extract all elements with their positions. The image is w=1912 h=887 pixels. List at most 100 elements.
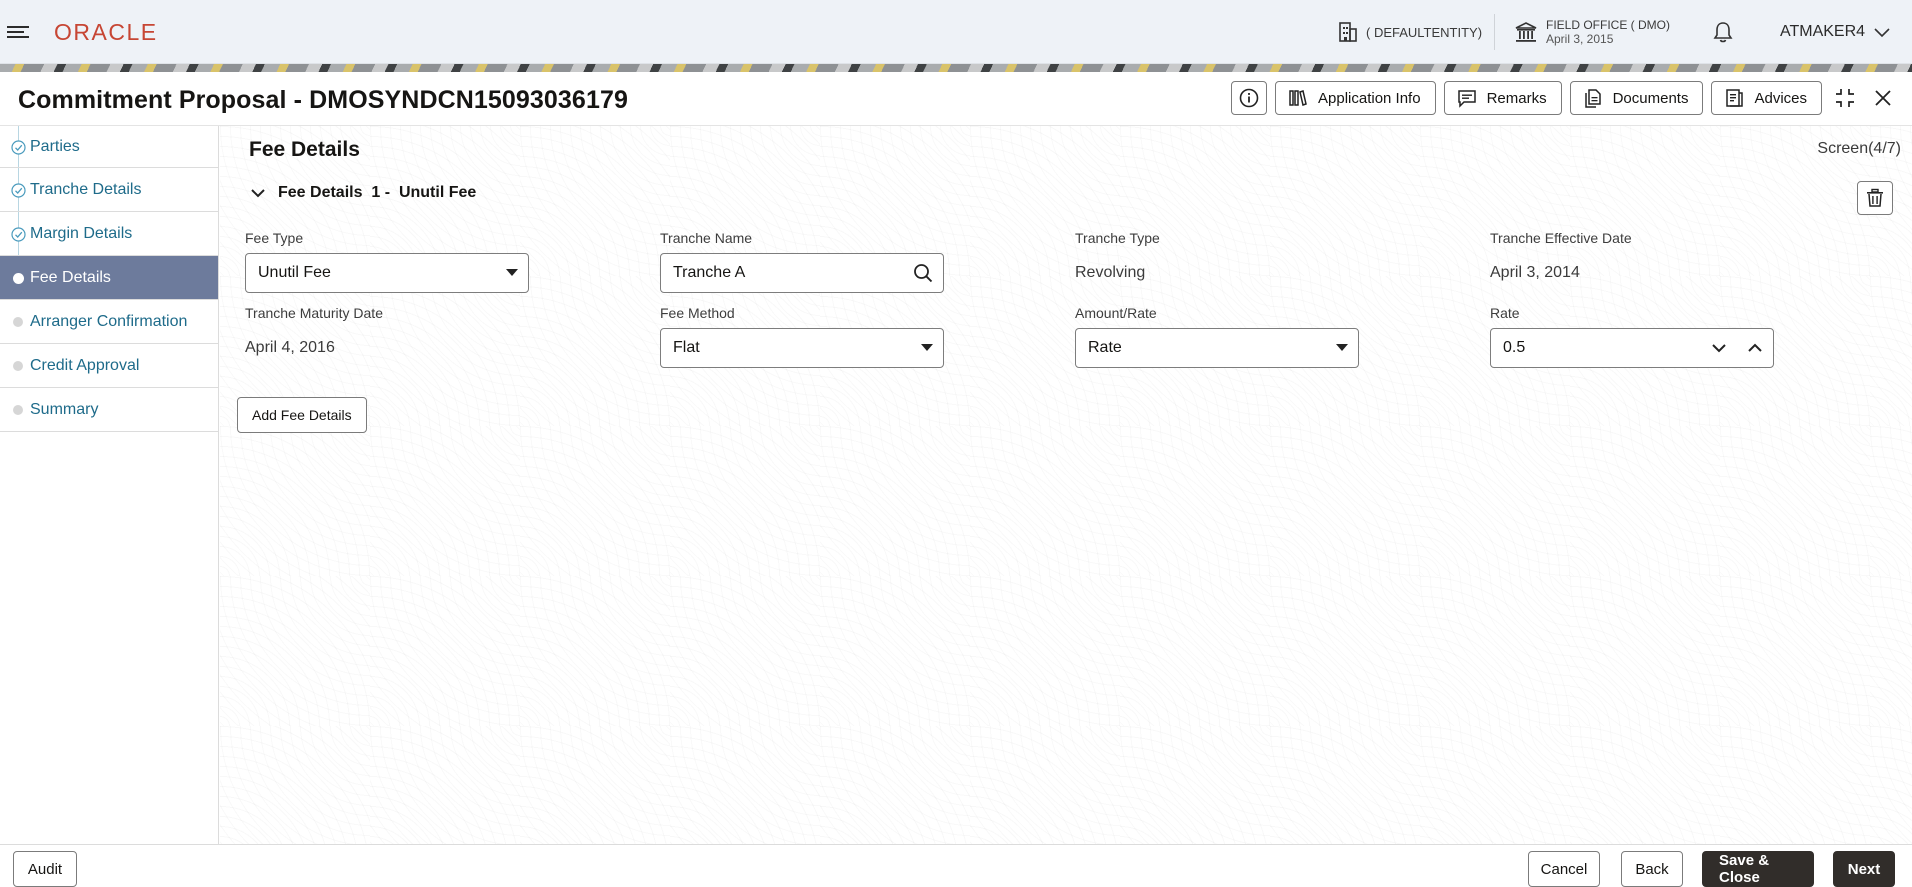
- cancel-button[interactable]: Cancel: [1528, 851, 1600, 887]
- application-info-button[interactable]: Application Info: [1275, 81, 1436, 115]
- tranche-name-label: Tranche Name: [660, 230, 753, 246]
- tranche-maturity-date-field: Tranche Maturity Date April 4, 2016: [245, 305, 529, 368]
- step-arranger-confirmation[interactable]: Arranger Confirmation: [0, 300, 218, 344]
- increment-chevron-up-icon[interactable]: [1747, 343, 1763, 353]
- tranche-effective-date-field: Tranche Effective Date April 3, 2014: [1490, 230, 1774, 293]
- fee-method-label: Fee Method: [660, 305, 735, 321]
- tranche-maturity-date-value: April 4, 2016: [245, 339, 335, 356]
- bell-icon[interactable]: [1712, 20, 1734, 44]
- step-summary[interactable]: Summary: [0, 388, 218, 432]
- next-button[interactable]: Next: [1833, 851, 1895, 887]
- delete-fee-button[interactable]: [1857, 181, 1893, 215]
- fee-type-value: Unutil Fee: [258, 264, 331, 281]
- tranche-name-value: Tranche A: [673, 264, 746, 281]
- rate-stepper[interactable]: 0.5: [1490, 328, 1774, 368]
- step-credit-approval[interactable]: Credit Approval: [0, 344, 218, 388]
- entity-label: ( DEFAULTENTITY): [1366, 24, 1483, 40]
- caret-down-icon: [506, 269, 518, 276]
- fee-method-select[interactable]: Flat: [660, 328, 944, 368]
- oracle-logo[interactable]: ORACLE: [54, 14, 178, 48]
- advices-label: Advices: [1754, 89, 1807, 107]
- collapse-button[interactable]: [1830, 81, 1860, 115]
- search-icon[interactable]: [913, 263, 933, 283]
- fee-method-field: Fee Method Flat: [660, 305, 944, 368]
- caret-down-icon: [921, 344, 933, 351]
- fee-type-field: Fee Type Unutil Fee: [245, 230, 529, 293]
- title-actions: Application Info Remarks Documents Advic…: [1231, 81, 1898, 115]
- screen-counter: Screen(4/7): [1817, 140, 1901, 157]
- tranche-maturity-date-label: Tranche Maturity Date: [245, 305, 383, 321]
- entity-selector[interactable]: ( DEFAULTENTITY): [1338, 0, 1482, 64]
- step-label: Parties: [30, 137, 80, 155]
- trash-icon: [1867, 188, 1883, 207]
- save-close-button[interactable]: Save & Close: [1702, 851, 1814, 887]
- chevron-down-icon: [1874, 28, 1890, 38]
- decrement-chevron-down-icon[interactable]: [1711, 343, 1727, 353]
- step-label: Arranger Confirmation: [30, 312, 188, 330]
- user-menu[interactable]: ATMAKER4: [1780, 0, 1891, 64]
- step-label: Summary: [30, 400, 99, 418]
- tranche-effective-date-value: April 3, 2014: [1490, 264, 1580, 281]
- check-circle-icon: [11, 226, 26, 242]
- check-circle-icon: [11, 139, 26, 155]
- remarks-label: Remarks: [1486, 89, 1547, 107]
- rate-value: 0.5: [1503, 339, 1526, 356]
- close-button[interactable]: [1868, 81, 1898, 115]
- step-label: Fee Details: [30, 268, 111, 286]
- add-fee-details-button[interactable]: Add Fee Details: [237, 397, 367, 433]
- documents-button[interactable]: Documents: [1569, 81, 1704, 115]
- remarks-button[interactable]: Remarks: [1443, 81, 1562, 115]
- fee-type-select[interactable]: Unutil Fee: [245, 253, 529, 293]
- amount-rate-select[interactable]: Rate: [1075, 328, 1359, 368]
- check-circle-icon: [11, 182, 26, 198]
- step-margin-details[interactable]: Margin Details: [0, 212, 218, 256]
- amount-rate-field: Amount/Rate Rate: [1075, 305, 1359, 368]
- fee-accordion-header[interactable]: Fee Details 1 - Unutil Fee: [250, 184, 476, 202]
- tranche-name-input[interactable]: Tranche A: [660, 253, 944, 293]
- advice-document-icon: [1726, 89, 1744, 107]
- office-selector[interactable]: FIELD OFFICE ( DMO) April 3, 2015: [1514, 0, 1670, 64]
- audit-button[interactable]: Audit: [13, 851, 77, 887]
- info-button[interactable]: [1231, 81, 1267, 115]
- process-steps-sidebar: Parties Tranche Details Margin Details F…: [0, 126, 219, 844]
- accordion-title: Fee Details 1 - Unutil Fee: [278, 184, 477, 201]
- step-tranche-details[interactable]: Tranche Details: [0, 168, 218, 212]
- pending-dot-icon: [13, 360, 23, 371]
- section-title: Fee Details: [249, 138, 360, 161]
- bank-icon: [1515, 22, 1537, 42]
- main-content: Fee Details Screen(4/7) Fee Details 1 - …: [220, 126, 1912, 844]
- step-fee-details[interactable]: Fee Details: [0, 256, 218, 300]
- rate-label: Rate: [1490, 305, 1520, 321]
- rate-field: Rate 0.5: [1490, 305, 1774, 368]
- top-header: ORACLE ( DEFAULTENTITY) FIELD OFFICE ( D…: [0, 0, 1912, 64]
- tranche-type-label: Tranche Type: [1075, 230, 1160, 246]
- collapse-icon: [1836, 89, 1854, 107]
- user-name: ATMAKER4: [1780, 23, 1866, 40]
- title-bar: Commitment Proposal - DMOSYNDCN150930361…: [0, 72, 1912, 126]
- documents-icon: [1584, 89, 1601, 108]
- comment-icon: [1457, 90, 1476, 108]
- info-icon: [1239, 88, 1259, 108]
- active-dot-icon: [13, 272, 24, 284]
- step-label: Tranche Details: [30, 180, 142, 198]
- amount-rate-label: Amount/Rate: [1075, 305, 1157, 321]
- pending-dot-icon: [13, 316, 23, 327]
- close-icon: [1875, 90, 1891, 106]
- tranche-type-field: Tranche Type Revolving: [1075, 230, 1359, 293]
- tranche-type-value: Revolving: [1075, 264, 1146, 281]
- rate-stepper-buttons: [1711, 343, 1763, 353]
- step-parties[interactable]: Parties: [0, 126, 218, 168]
- back-button[interactable]: Back: [1621, 851, 1683, 887]
- advices-button[interactable]: Advices: [1711, 81, 1822, 115]
- fee-type-label: Fee Type: [245, 230, 304, 246]
- library-icon: [1289, 90, 1307, 106]
- step-label: Margin Details: [30, 224, 133, 242]
- office-date: April 3, 2015: [1546, 32, 1614, 46]
- tranche-name-field: Tranche Name Tranche A: [660, 230, 944, 293]
- tranche-effective-date-label: Tranche Effective Date: [1490, 230, 1632, 246]
- caret-down-icon: [1336, 344, 1348, 351]
- hamburger-icon[interactable]: [6, 20, 30, 44]
- chevron-down-icon: [251, 189, 265, 198]
- header-divider: [1494, 14, 1495, 50]
- office-name: FIELD OFFICE ( DMO): [1546, 18, 1670, 32]
